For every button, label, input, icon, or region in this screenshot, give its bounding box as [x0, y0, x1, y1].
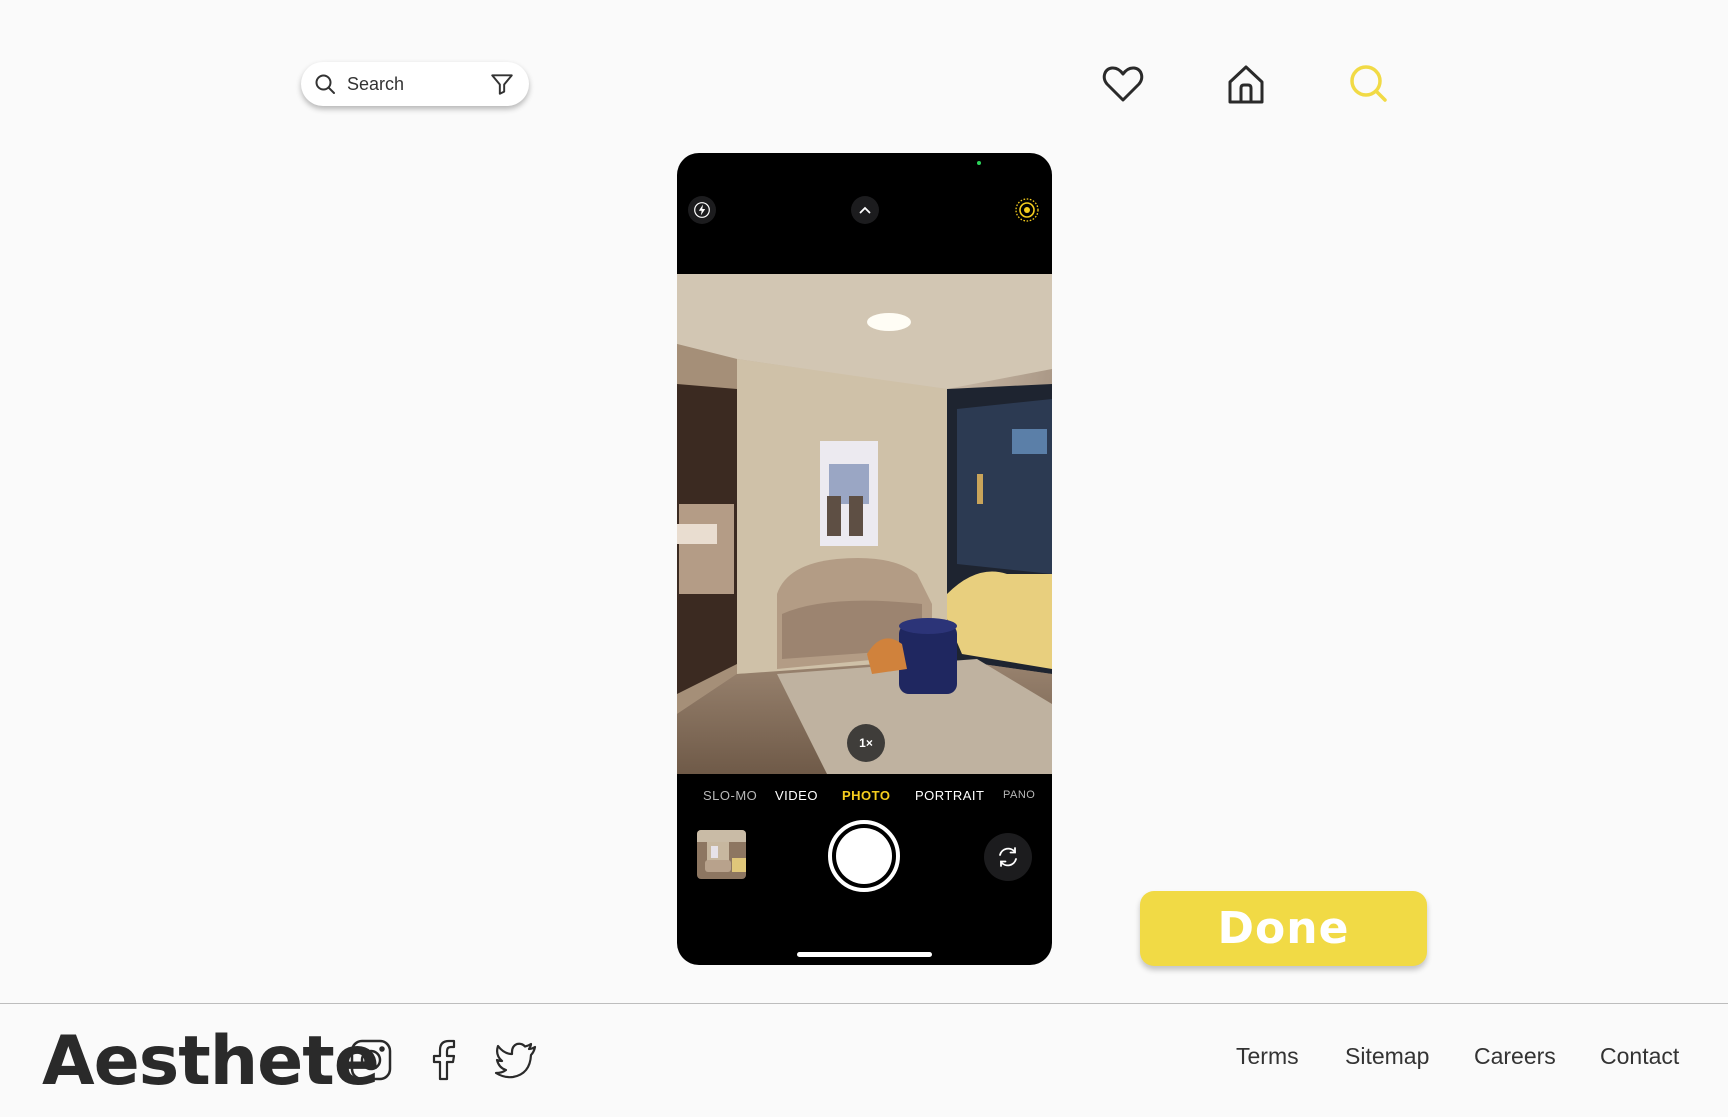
heart-icon[interactable]: [1099, 60, 1147, 108]
home-indicator: [797, 952, 932, 957]
search-icon: [315, 74, 335, 94]
search-icon[interactable]: [1345, 60, 1393, 108]
search-input[interactable]: Search: [347, 74, 489, 95]
facebook-icon[interactable]: [421, 1037, 467, 1083]
done-button[interactable]: Done: [1140, 891, 1427, 966]
camera-mode-selector[interactable]: SLO-MO VIDEO PHOTO PORTRAIT PANO: [677, 788, 1052, 812]
footer-link-contact[interactable]: Contact: [1600, 1043, 1679, 1070]
footer-link-terms[interactable]: Terms: [1236, 1043, 1299, 1070]
search-bar[interactable]: Search: [301, 62, 529, 106]
zoom-button[interactable]: 1×: [847, 724, 885, 762]
footer-link-careers[interactable]: Careers: [1474, 1043, 1556, 1070]
brand-logo[interactable]: Aesthete: [42, 1022, 380, 1101]
camera-viewfinder[interactable]: [677, 274, 1052, 774]
chevron-up-icon[interactable]: [851, 196, 879, 224]
last-photo-thumbnail[interactable]: [697, 830, 746, 879]
footer-link-sitemap[interactable]: Sitemap: [1345, 1043, 1429, 1070]
instagram-icon[interactable]: [348, 1037, 394, 1083]
twitter-icon[interactable]: [493, 1037, 539, 1083]
mode-video[interactable]: VIDEO: [775, 788, 818, 803]
mode-photo[interactable]: PHOTO: [842, 788, 891, 803]
home-icon[interactable]: [1222, 60, 1270, 108]
flash-icon[interactable]: [688, 196, 716, 224]
phone-camera-preview: 1× SLO-MO VIDEO PHOTO PORTRAIT PANO: [677, 153, 1052, 965]
live-photo-icon[interactable]: [1013, 196, 1041, 224]
mode-portrait[interactable]: PORTRAIT: [915, 788, 985, 803]
shutter-button[interactable]: [828, 820, 900, 892]
footer-divider: [0, 1003, 1728, 1004]
flip-camera-icon[interactable]: [984, 833, 1032, 881]
mode-slo-mo[interactable]: SLO-MO: [703, 788, 757, 803]
mode-pano[interactable]: PANO: [1003, 789, 1035, 801]
camera-indicator-dot: [977, 161, 981, 165]
filter-icon[interactable]: [489, 71, 515, 97]
